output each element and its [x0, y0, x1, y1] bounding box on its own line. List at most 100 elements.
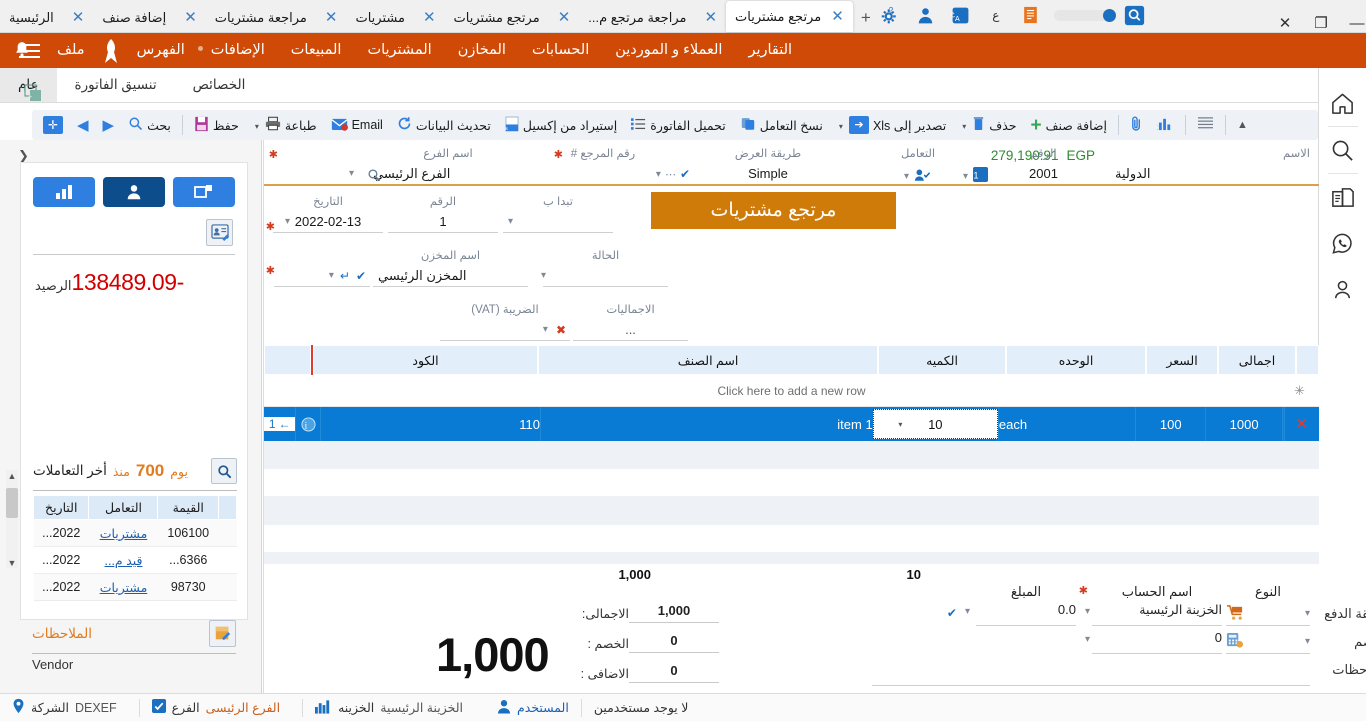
- person-icon[interactable]: [1321, 266, 1365, 312]
- chevron-down-icon[interactable]: ▾: [285, 216, 290, 227]
- transaction-link[interactable]: مشتريات: [100, 527, 148, 541]
- tab-close-review-purchases[interactable]: ✕: [316, 3, 347, 32]
- cell-type[interactable]: مشتريات: [88, 573, 158, 601]
- import-excel-button[interactable]: xls إستيراد من إكسيل: [498, 112, 624, 138]
- totals-input[interactable]: ...: [573, 319, 688, 341]
- grid-col-price[interactable]: السعر: [1146, 345, 1218, 375]
- col-value[interactable]: القيمة: [157, 495, 219, 520]
- chevron-down-icon[interactable]: ▾: [1085, 634, 1090, 645]
- tab-review-purchases[interactable]: مراجعة مشتريات: [206, 3, 316, 32]
- scroll-up-arrow-icon[interactable]: ▲: [6, 471, 18, 481]
- search-icon[interactable]: [1321, 127, 1365, 173]
- table-row[interactable]: 106100 مشتريات 2022...: [33, 519, 237, 547]
- home-icon[interactable]: [1321, 80, 1365, 126]
- save-button[interactable]: حفظ: [187, 112, 246, 138]
- document-icon[interactable]: [1019, 3, 1043, 27]
- cell-type[interactable]: قيد م...: [88, 546, 158, 574]
- search-icon[interactable]: [1123, 3, 1147, 27]
- cell-price[interactable]: 100: [1135, 407, 1205, 441]
- chart-button[interactable]: Σ: [1150, 112, 1181, 138]
- status-user[interactable]: المستخدم: [485, 694, 581, 721]
- transaction-link[interactable]: قيد م...: [105, 554, 143, 568]
- grid-col-total[interactable]: اجمالى: [1218, 345, 1296, 375]
- note-add-icon[interactable]: [209, 620, 236, 647]
- cell-qty[interactable]: 10 ▾: [872, 409, 998, 439]
- scrollbar-thumb[interactable]: [6, 488, 18, 518]
- chevron-down-icon[interactable]: ▾: [541, 270, 546, 281]
- minimize-window-button[interactable]: —: [1348, 15, 1366, 32]
- chevron-down-icon[interactable]: ▾: [656, 169, 661, 180]
- refresh-data-button[interactable]: تحديث البيانات: [390, 112, 498, 138]
- grid-empty-row[interactable]: [264, 497, 1319, 525]
- grid-col-unit[interactable]: الوحده: [1006, 345, 1146, 375]
- close-window-button[interactable]: ✕: [1276, 14, 1294, 32]
- menu-item-sales[interactable]: المبيعات: [278, 33, 355, 68]
- menu-item-index[interactable]: الفهرس: [124, 33, 198, 68]
- tab-close-add-item[interactable]: ✕: [175, 3, 206, 32]
- grid-view-button[interactable]: [1190, 112, 1221, 138]
- number-input[interactable]: 2001: [981, 163, 1106, 185]
- collapse-toolbar-button[interactable]: ▲: [1230, 112, 1255, 138]
- prev-record-button[interactable]: ▶: [96, 112, 122, 138]
- chevron-down-icon[interactable]: ▾: [1305, 636, 1310, 647]
- search-button[interactable]: بحث: [121, 112, 178, 138]
- gear-help-icon[interactable]: ?: [879, 3, 903, 27]
- delete-x-icon[interactable]: ✕: [1283, 407, 1319, 441]
- add-record-button[interactable]: ✛: [36, 112, 70, 138]
- chart-bars-icon-button[interactable]: [33, 177, 95, 207]
- grid-empty-row[interactable]: [264, 469, 1319, 497]
- check-icon[interactable]: ✔: [947, 606, 957, 620]
- menu-item-stores[interactable]: المخازن: [445, 33, 519, 68]
- tab-close-purchases[interactable]: ✕: [414, 3, 445, 32]
- branch-search-icon[interactable]: [367, 168, 381, 185]
- email-button[interactable]: Email: [324, 112, 390, 138]
- grid-col-code[interactable]: الكود: [313, 345, 538, 375]
- next-record-button[interactable]: ◀: [70, 112, 96, 138]
- chevron-down-icon[interactable]: ▾: [962, 122, 966, 131]
- grid-empty-row[interactable]: [264, 441, 1319, 469]
- delete-button[interactable]: ▾ حذف: [953, 112, 1023, 138]
- row-info-icon[interactable]: i: [295, 407, 320, 441]
- check-icon[interactable]: ✔: [356, 269, 366, 283]
- chevron-down-icon[interactable]: ▾: [329, 270, 334, 281]
- display-method-input[interactable]: Simple: [678, 163, 858, 185]
- extra-value[interactable]: 0: [629, 663, 719, 683]
- whatsapp-icon[interactable]: [1321, 220, 1365, 266]
- return-arrow-icon[interactable]: ↵: [340, 269, 350, 283]
- translate-icon[interactable]: عA: [949, 3, 973, 27]
- scroll-down-arrow-icon[interactable]: ▼: [6, 558, 18, 568]
- name-input[interactable]: الدولية: [1110, 163, 1310, 185]
- export-xls-button[interactable]: ▾ ➔ تصدير إلى Xls: [830, 112, 953, 138]
- tab-purchase-return-active[interactable]: مرتجع مشتريات ✕: [726, 1, 853, 32]
- status-treasury[interactable]: الخزينه الخزينة الرئيسية: [303, 694, 485, 721]
- windows-icon-button[interactable]: [173, 177, 235, 207]
- menu-item-purchases[interactable]: المشتريات: [354, 33, 444, 68]
- status-input[interactable]: [543, 265, 668, 287]
- chevron-down-icon[interactable]: ▾: [349, 168, 354, 179]
- tab-close-home[interactable]: ✕: [63, 3, 94, 32]
- discount-type-input[interactable]: ▾: [1226, 630, 1310, 654]
- tab-purchase-return-1[interactable]: مرتجع مشتريات: [445, 3, 549, 32]
- tab-close-purchase-return-1[interactable]: ✕: [549, 3, 580, 32]
- restore-window-button[interactable]: ❐: [1312, 14, 1330, 32]
- col-type[interactable]: التعامل: [88, 495, 159, 520]
- clear-x-icon[interactable]: ✖: [556, 323, 566, 337]
- subtab-invoice-format[interactable]: تنسيق الفاتورة: [57, 68, 175, 102]
- chevron-down-icon[interactable]: ▾: [965, 606, 970, 620]
- add-new-row-hint[interactable]: ✳ Click here to add a new row: [264, 375, 1319, 407]
- transaction-link[interactable]: مشتريات: [100, 581, 148, 595]
- discount-amount-input[interactable]: 0: [1092, 630, 1222, 654]
- cell-code[interactable]: 110: [319, 407, 540, 441]
- load-invoice-button[interactable]: تحميل الفاتورة: [624, 112, 732, 138]
- payment-account-input[interactable]: الخزينة الرئيسية: [1092, 602, 1222, 626]
- chevron-down-icon[interactable]: ▾: [508, 216, 513, 227]
- notifications-bell-icon[interactable]: [8, 36, 36, 64]
- status-company[interactable]: الشركة DEXEF: [0, 694, 139, 721]
- subtab-properties[interactable]: الخصائص: [175, 68, 264, 102]
- vat-input[interactable]: ▾ ✖: [440, 319, 570, 341]
- chevron-down-icon[interactable]: ▾: [904, 171, 909, 182]
- menu-item-accounts[interactable]: الحسابات: [519, 33, 602, 68]
- ellipsis-icon[interactable]: ⋯: [665, 168, 676, 181]
- cell-total[interactable]: 1000: [1205, 407, 1281, 441]
- cell-item-name[interactable]: item 1: [540, 407, 873, 441]
